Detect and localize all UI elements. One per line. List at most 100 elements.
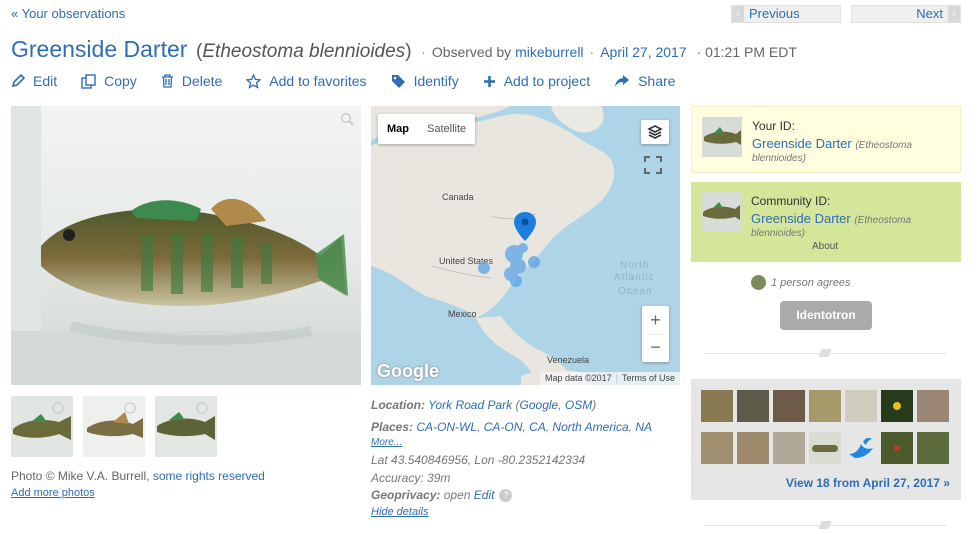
hide-details-link[interactable]: Hide details <box>371 506 428 518</box>
observed-by-label: Observed by <box>431 44 512 60</box>
gallery-thumbnail[interactable] <box>881 390 913 422</box>
zoom-controls: + − <box>642 306 669 362</box>
fish-thumbnail-image <box>155 396 217 457</box>
edit-button[interactable]: Edit <box>11 73 57 89</box>
map-label-canada: Canada <box>442 192 474 202</box>
terms-of-use-link[interactable]: Terms of Use <box>622 373 675 383</box>
photo-thumbnail[interactable] <box>11 396 73 457</box>
add-more-photos-link[interactable]: Add more photos <box>11 487 95 499</box>
your-id-panel: Your ID: Greenside Darter (Etheostoma bl… <box>691 106 961 173</box>
related-observations-gallery: View 18 from April 27, 2017 » <box>691 379 961 500</box>
your-id-taxon-link[interactable]: Greenside Darter <box>752 136 852 151</box>
gallery-thumbnail[interactable] <box>881 432 913 464</box>
time-label: · 01:21 PM EDT <box>696 44 797 60</box>
your-id-sci-name: blennioides) <box>752 153 806 164</box>
google-logo: Google <box>377 361 439 381</box>
place-link[interactable]: North America <box>552 420 628 434</box>
svg-text:Ocean: Ocean <box>618 286 652 297</box>
place-link[interactable]: NA <box>635 420 652 434</box>
add-to-favorites-button[interactable]: Add to favorites <box>246 73 367 89</box>
observation-map[interactable]: Canada United States Mexico Venezuela No… <box>371 106 680 385</box>
your-id-thumbnail[interactable] <box>702 117 742 157</box>
fish-photo-image <box>11 106 361 385</box>
back-to-observations-link[interactable]: « Your observations <box>11 6 125 21</box>
common-name: Greenside Darter <box>11 36 188 62</box>
share-icon <box>615 75 630 87</box>
more-places-link[interactable]: More... <box>371 437 402 448</box>
google-map-link[interactable]: Google <box>520 398 559 412</box>
fish-thumbnail-image <box>83 396 145 457</box>
place-link[interactable]: CA-ON-WL <box>416 420 477 434</box>
divider-mark <box>818 349 832 357</box>
delete-button[interactable]: Delete <box>161 73 222 89</box>
tag-icon <box>391 74 405 88</box>
fullscreen-button[interactable] <box>641 153 665 177</box>
zoom-in-button[interactable]: + <box>642 306 669 334</box>
place-link[interactable]: CA-ON <box>484 420 523 434</box>
about-link[interactable]: About <box>812 241 838 252</box>
geoprivacy-edit-link[interactable]: Edit <box>474 488 495 502</box>
main-observation-photo[interactable] <box>11 106 361 385</box>
gallery-thumbnail[interactable] <box>773 432 805 464</box>
chevron-left-icon: ‹ <box>732 6 744 22</box>
observer-link[interactable]: mikeburrell <box>515 44 583 60</box>
gallery-thumbnail[interactable] <box>701 390 733 422</box>
copy-button[interactable]: Copy <box>81 73 137 89</box>
gallery-thumbnail[interactable] <box>809 432 841 464</box>
photo-thumbnail[interactable] <box>83 396 145 457</box>
location-link[interactable]: York Road Park <box>428 398 512 412</box>
map-tab[interactable]: Map <box>378 114 418 144</box>
community-id-thumbnail[interactable] <box>701 192 741 232</box>
date-link[interactable]: April 27, 2017 <box>600 44 686 60</box>
chevron-right-icon: › <box>948 6 960 22</box>
share-button[interactable]: Share <box>614 73 675 89</box>
gallery-thumbnail[interactable] <box>809 390 841 422</box>
view-more-observations-link[interactable]: View 18 from April 27, 2017 » <box>786 476 950 490</box>
identify-button[interactable]: Identify <box>391 73 459 89</box>
plus-icon <box>483 75 495 87</box>
scientific-name: (Etheostoma blennioides) <box>196 41 412 62</box>
add-to-project-button[interactable]: Add to project <box>483 73 590 89</box>
zoom-icon[interactable] <box>340 112 354 126</box>
next-button[interactable]: Next › <box>851 5 961 23</box>
community-id-label: Community ID: <box>751 194 831 208</box>
gallery-thumbnail[interactable] <box>737 432 769 464</box>
action-bar: Edit Copy Delete Add to favorites Identi… <box>11 73 699 89</box>
gallery-thumbnail[interactable] <box>701 432 733 464</box>
next-label: Next <box>916 6 943 21</box>
satellite-tab[interactable]: Satellite <box>418 114 475 144</box>
places-row: Places: CA-ON-WL, CA-ON, CA, North Ameri… <box>371 420 652 434</box>
gallery-thumbnail[interactable] <box>845 390 877 422</box>
geoprivacy-row: Geoprivacy: open Edit ? <box>371 488 513 502</box>
fullscreen-icon <box>644 156 662 174</box>
previous-button[interactable]: ‹ Previous <box>731 5 841 23</box>
map-canvas: Canada United States Mexico Venezuela No… <box>371 106 680 385</box>
identotron-button[interactable]: Identotron <box>780 301 872 330</box>
your-id-label: Your ID: <box>752 119 795 133</box>
gallery-thumbnail[interactable] <box>917 390 949 422</box>
avatar <box>751 275 766 290</box>
community-id-taxon-link[interactable]: Greenside Darter <box>751 211 851 226</box>
layers-icon <box>647 125 663 139</box>
zoom-out-button[interactable]: − <box>642 335 669 362</box>
gallery-thumbnail[interactable] <box>773 390 805 422</box>
place-link[interactable]: CA <box>529 420 546 434</box>
previous-label: Previous <box>749 6 800 21</box>
rights-link[interactable]: some rights reserved <box>153 469 265 483</box>
gallery-thumbnail[interactable] <box>737 390 769 422</box>
map-label-ocean: NorthAtlantic Ocean <box>614 260 655 297</box>
photo-thumbnail[interactable] <box>155 396 217 457</box>
gallery-thumbnail[interactable] <box>845 432 877 464</box>
osm-link[interactable]: OSM <box>565 398 592 412</box>
fish-thumbnail-image <box>11 396 73 457</box>
map-attribution: Map data ©2017 | Terms of Use <box>539 372 680 385</box>
svg-text:North: North <box>620 260 649 271</box>
accuracy: Accuracy: 39m <box>371 471 451 485</box>
svg-text:Atlantic: Atlantic <box>614 272 655 283</box>
bird-placeholder-icon <box>849 438 873 458</box>
map-label-venezuela: Venezuela <box>547 355 589 365</box>
gallery-thumbnail[interactable] <box>917 432 949 464</box>
layers-button[interactable] <box>641 120 669 144</box>
help-icon[interactable]: ? <box>499 488 513 502</box>
observation-title: Greenside Darter (Etheostoma blennioides… <box>11 36 797 62</box>
